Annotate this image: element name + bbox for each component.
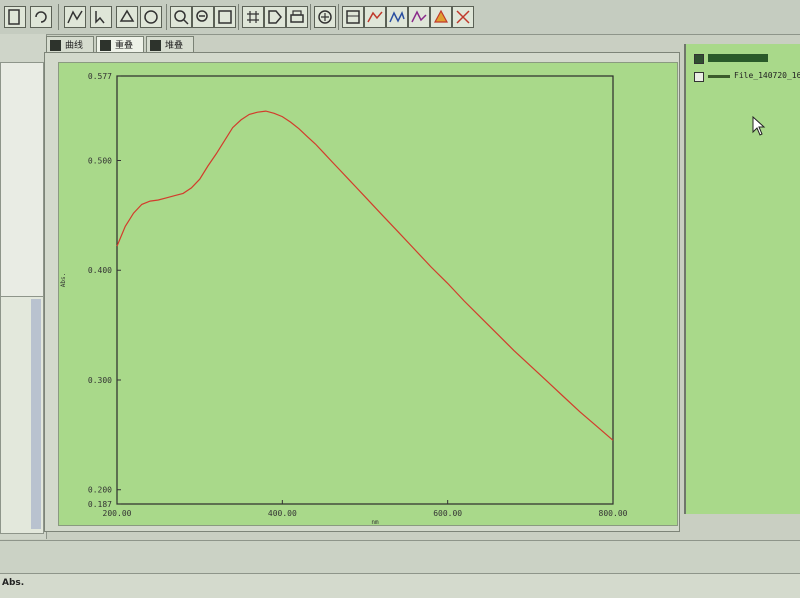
tab-overlay-icon [100,40,111,51]
marker-icon[interactable] [116,6,138,28]
legend-item-2[interactable]: File_140720_16 [694,70,800,84]
print-icon[interactable] [286,6,308,28]
y-tick-label: 0.187 [88,500,112,509]
toolbar [0,0,800,35]
undo-icon[interactable] [30,6,52,28]
spectrum-chart[interactable]: 0.187 0.200 0.300 0.400 0.500 0.577 200.00 400.… [59,63,679,527]
legend-item-2-swatch [708,75,730,78]
zoom-out-icon[interactable] [192,6,214,28]
autoscale-icon[interactable] [314,6,336,28]
left-panel [0,34,47,539]
tab-stack-icon [150,40,161,51]
left-panel-list [0,296,44,534]
x-axis-label: nm [371,519,379,526]
legend-item-2-checkbox[interactable] [694,72,704,82]
y-tick-label: 0.577 [88,72,112,81]
legend-item-2-label: File_140720_16 [734,71,800,80]
left-panel-scrollbar[interactable] [31,299,41,529]
spectrum-blue-icon[interactable] [386,6,408,28]
y-tick-label: 0.500 [88,157,112,166]
peak-overlay-icon[interactable] [408,6,430,28]
legend-item-1-checkbox[interactable] [694,54,704,64]
x-tick-label: 200.00 [103,509,132,518]
triangle-icon[interactable] [430,6,452,28]
tab-curve-icon [50,40,61,51]
peak-pick-icon[interactable] [64,6,86,28]
refresh-icon[interactable] [140,6,162,28]
left-panel-top-box [0,62,44,314]
y-tick-label: 0.300 [88,376,112,385]
file-icon[interactable] [4,6,26,28]
legend-item-1[interactable] [694,52,798,66]
cursor-icon[interactable] [90,6,112,28]
x-tick-label: 600.00 [433,509,462,518]
legend-panel: File_140720_16 [684,44,800,514]
x-tick-label: 400.00 [268,509,297,518]
y-axis-label: Abs. [60,273,67,287]
plot-border [116,75,614,505]
status-bar: Abs. [0,573,800,598]
tag-icon[interactable] [264,6,286,28]
zoom-in-icon[interactable] [170,6,192,28]
y-tick-label: 0.200 [88,486,112,495]
clear-icon[interactable] [452,6,474,28]
zoom-fit-icon[interactable] [214,6,236,28]
mouse-cursor-icon [752,116,766,136]
series-line-1 [116,110,614,441]
y-tick-label: 0.400 [88,266,112,275]
spectrum-red-icon[interactable] [364,6,386,28]
legend-item-1-swatch [708,54,768,62]
x-tick-label: 800.00 [599,509,628,518]
status-text: Abs. [2,578,25,588]
table-icon[interactable] [342,6,364,28]
grid-icon[interactable] [242,6,264,28]
plot-area: 0.187 0.200 0.300 0.400 0.500 0.577 200.00 400.… [58,62,678,526]
